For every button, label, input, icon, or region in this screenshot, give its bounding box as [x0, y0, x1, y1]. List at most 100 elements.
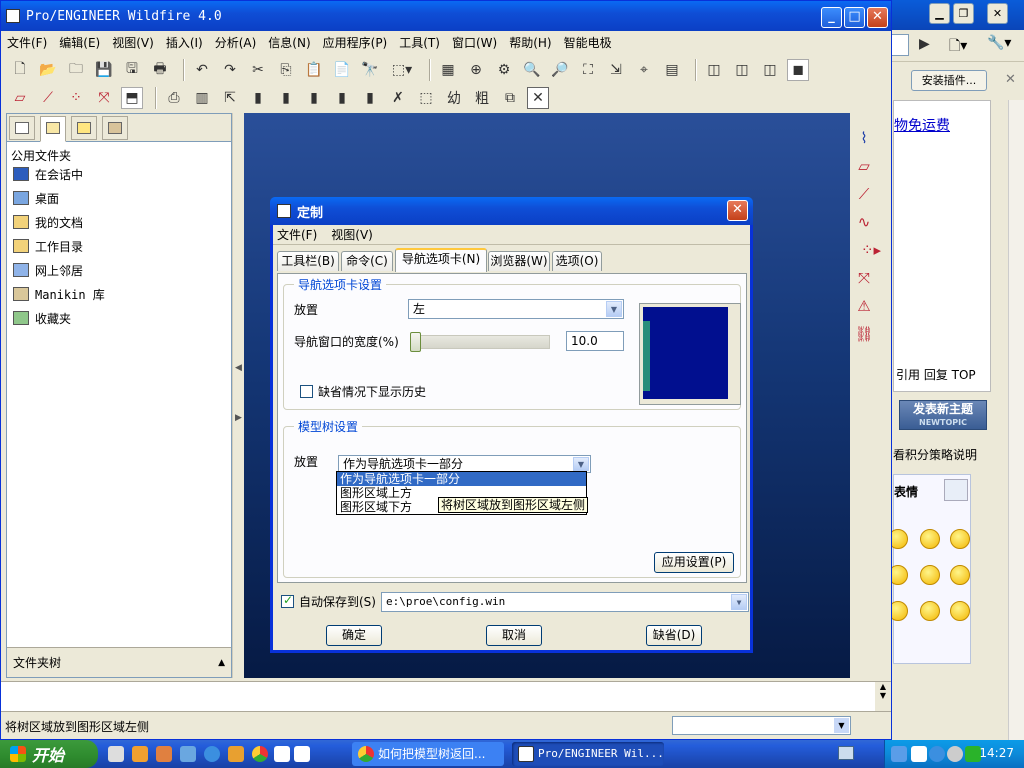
- emoticon-icon[interactable]: [920, 601, 940, 621]
- mold-tool-3-icon[interactable]: ▮: [247, 87, 269, 109]
- install-plugin-button[interactable]: 安装插件...: [911, 70, 987, 91]
- redo-icon[interactable]: ↷: [219, 59, 241, 81]
- mold-tool-9-icon[interactable]: ⬚: [415, 87, 437, 109]
- start-button[interactable]: 开始: [0, 740, 98, 768]
- orient-mode-icon[interactable]: ⚙: [493, 59, 515, 81]
- mold-tool-11-icon[interactable]: 粗: [471, 87, 493, 109]
- tab-navigator[interactable]: 导航选项卡(N): [395, 248, 487, 272]
- width-slider-track[interactable]: [410, 335, 550, 349]
- paste-icon[interactable]: 📋: [303, 59, 325, 81]
- mold-tool-12-icon[interactable]: ⧉: [499, 87, 521, 109]
- points-note[interactable]: 看积分策略说明: [893, 446, 977, 463]
- qq-icon[interactable]: [132, 746, 148, 762]
- expand-right-icon[interactable]: ▶: [235, 413, 242, 423]
- menu-applications[interactable]: 应用程序(P): [323, 34, 388, 51]
- zoom-in-icon[interactable]: 🔍: [521, 59, 543, 81]
- nav-item-desktop[interactable]: 桌面: [13, 188, 59, 208]
- close-icon[interactable]: ✕: [867, 7, 888, 28]
- browser-quicklaunch-icon[interactable]: [228, 746, 244, 762]
- layers-icon[interactable]: ▤: [661, 59, 683, 81]
- datum-csys-display-icon[interactable]: ⤧: [93, 87, 115, 109]
- open-dir-icon[interactable]: 🗀: [65, 59, 87, 81]
- dialog-menu-view[interactable]: 视图(V): [331, 226, 373, 243]
- cancel-button[interactable]: 取消: [486, 625, 542, 646]
- saved-views-icon[interactable]: ⌖: [633, 59, 655, 81]
- show-desktop-icon[interactable]: [108, 746, 124, 762]
- ie-tray-icon[interactable]: [929, 746, 945, 762]
- annotation-display-icon[interactable]: ⬒: [121, 87, 143, 109]
- restore-icon[interactable]: ❐: [953, 3, 974, 24]
- tab-browser[interactable]: 浏览器(W): [488, 251, 550, 271]
- minimize-icon[interactable]: ▁: [929, 3, 950, 24]
- sketch-tool-icon[interactable]: ⌇: [853, 127, 875, 149]
- close-icon[interactable]: ✕: [727, 200, 748, 221]
- menu-analysis[interactable]: 分析(A): [215, 34, 257, 51]
- datum-plane-display-icon[interactable]: ▱: [9, 87, 31, 109]
- csys-tool-icon[interactable]: ⤧: [853, 267, 875, 289]
- autosave-path-combo[interactable]: e:\proe\config.win ▼: [381, 592, 749, 612]
- taskbar-item-proe[interactable]: Pro/ENGINEER Wil...: [512, 742, 664, 766]
- mold-tool-6-icon[interactable]: ▮: [331, 87, 353, 109]
- folder-browser-tab-icon[interactable]: [40, 116, 66, 142]
- show-history-checkbox[interactable]: [300, 385, 313, 398]
- close-tool-icon[interactable]: ✕: [527, 87, 549, 109]
- cut-icon[interactable]: ✂: [247, 59, 269, 81]
- folder-tree-toggle[interactable]: 文件夹树 ▲: [7, 647, 231, 677]
- ok-button[interactable]: 确定: [326, 625, 382, 646]
- nav-item-favorites[interactable]: 收藏夹: [13, 308, 71, 328]
- analysis-tool-icon[interactable]: ⚠: [853, 295, 875, 317]
- navigator-splitter[interactable]: ◀ ▶: [232, 113, 244, 678]
- emoticon-icon[interactable]: [920, 565, 940, 585]
- expand-icon[interactable]: [944, 479, 968, 501]
- menu-window[interactable]: 窗口(W): [452, 34, 497, 51]
- emoticon-icon[interactable]: [950, 529, 970, 549]
- collapse-left-icon[interactable]: ◀: [235, 363, 242, 373]
- taskbar-item-browser[interactable]: 如何把模型树返回...: [352, 742, 504, 766]
- nav-item-network[interactable]: 网上邻居: [13, 260, 83, 280]
- placement-select[interactable]: 左 ▼: [408, 299, 624, 319]
- new-file-icon[interactable]: 🗋: [9, 59, 31, 81]
- nav-item-working-directory[interactable]: 工作目录: [13, 236, 83, 256]
- tab-toolbars[interactable]: 工具栏(B): [277, 251, 339, 271]
- page-icon[interactable]: 🗋▾: [949, 35, 967, 59]
- save-copy-icon[interactable]: 🖫: [121, 59, 143, 81]
- emoticon-icon[interactable]: [950, 601, 970, 621]
- print-icon[interactable]: 🖶: [149, 59, 171, 81]
- copy-icon[interactable]: ⎘: [275, 59, 297, 81]
- mold-tool-8-icon[interactable]: ✗: [387, 87, 409, 109]
- default-button[interactable]: 缺省(D): [646, 625, 702, 646]
- message-scrollbar[interactable]: ▲ ▼: [875, 682, 891, 712]
- dialog-menu-file[interactable]: 文件(F): [277, 226, 317, 243]
- mold-tool-7-icon[interactable]: ▮: [359, 87, 381, 109]
- tools-icon[interactable]: 🔧▾: [987, 35, 1011, 51]
- disk-tray-icon[interactable]: [947, 746, 963, 762]
- select-box-icon[interactable]: ⬚▾: [387, 59, 417, 81]
- reply-links[interactable]: 引用 回复 TOP: [896, 366, 976, 383]
- emoticon-icon[interactable]: [920, 529, 940, 549]
- menu-tools[interactable]: 工具(T): [399, 34, 440, 51]
- chain-tool-icon[interactable]: ⛓: [853, 323, 875, 345]
- tree-option-navigator[interactable]: 作为导航选项卡一部分: [337, 472, 586, 486]
- plane-tool-icon[interactable]: ▱: [853, 155, 875, 177]
- mold-tool-5-icon[interactable]: ▮: [303, 87, 325, 109]
- save-icon[interactable]: 💾: [93, 59, 115, 81]
- no-hidden-icon[interactable]: ◫: [759, 59, 781, 81]
- hidden-line-icon[interactable]: ◫: [731, 59, 753, 81]
- browser-scrollbar[interactable]: [1008, 100, 1024, 740]
- menu-insert[interactable]: 插入(I): [166, 34, 203, 51]
- undo-icon[interactable]: ↶: [191, 59, 213, 81]
- emoticon-tab[interactable]: 表情: [894, 483, 918, 500]
- refit-icon[interactable]: ⛶: [577, 59, 599, 81]
- menu-view[interactable]: 视图(V): [112, 34, 154, 51]
- mold-tool-2-icon[interactable]: ⇱: [219, 87, 241, 109]
- maximize-icon[interactable]: □: [844, 7, 865, 28]
- reorient-icon[interactable]: ⇲: [605, 59, 627, 81]
- tool-icon[interactable]: [274, 746, 290, 762]
- wireframe-icon[interactable]: ◫: [703, 59, 725, 81]
- favorites-tab-icon[interactable]: [71, 116, 97, 140]
- regenerate-icon[interactable]: ⎙: [163, 87, 185, 109]
- axis-tool-icon[interactable]: ⟋: [853, 183, 875, 205]
- document-icon[interactable]: [294, 746, 310, 762]
- apply-settings-button[interactable]: 应用设置(P): [654, 552, 734, 573]
- network-tray-icon[interactable]: [891, 746, 907, 762]
